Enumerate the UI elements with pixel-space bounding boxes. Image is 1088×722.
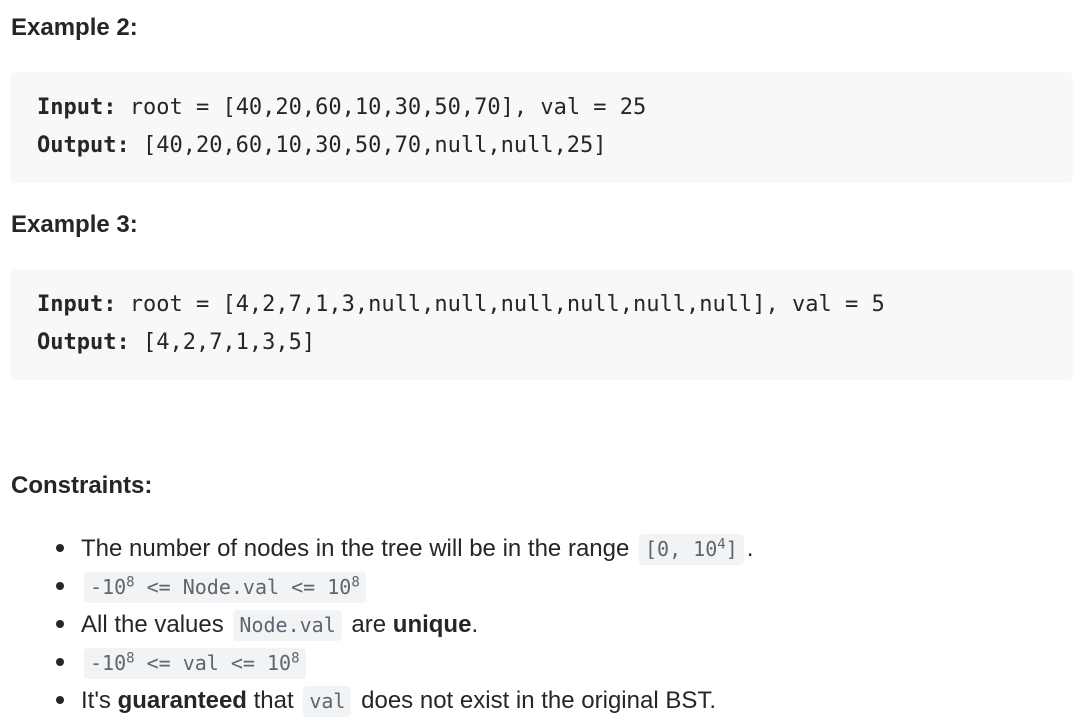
emphasis: unique: [392, 611, 472, 638]
constraint-node-val-range: -108 <= Node.val <= 108: [56, 570, 1056, 604]
constraint-val-not-in-bst: It's guaranteed that val does not exist …: [56, 684, 1056, 718]
example-3-output-line: Output: [4,2,7,1,3,5]: [37, 329, 315, 357]
constraint-unique-values: All the values Node.val are unique.: [56, 608, 1056, 642]
output-value: [40,20,60,10,30,50,70,null,null,25]: [129, 133, 607, 158]
inline-code: val: [303, 686, 352, 717]
inline-code: -108 <= Node.val <= 108: [84, 572, 366, 603]
inline-code: -108 <= val <= 108: [84, 648, 306, 679]
constraints-heading: Constraints:: [11, 472, 153, 499]
constraint-node-count: The number of nodes in the tree will be …: [56, 532, 1056, 566]
inline-code: Node.val: [233, 610, 342, 641]
example-2-input-line: Input: root = [40,20,60,10,30,50,70], va…: [37, 94, 646, 122]
input-label: Input:: [37, 292, 117, 317]
example-3-heading: Example 3:: [11, 211, 138, 238]
problem-description: Example 2: Input: root = [40,20,60,10,30…: [0, 0, 1088, 722]
input-value: root = [40,20,60,10,30,50,70], val = 25: [116, 95, 647, 120]
example-3-input-line: Input: root = [4,2,7,1,3,null,null,null,…: [37, 291, 885, 319]
example-3-code-block: Input: root = [4,2,7,1,3,null,null,null,…: [10, 269, 1073, 380]
input-label: Input:: [37, 95, 117, 120]
example-2-output-line: Output: [40,20,60,10,30,50,70,null,null,…: [37, 132, 607, 160]
bullet-icon: [56, 543, 64, 552]
constraint-text: The number of nodes in the tree will be …: [81, 535, 630, 562]
output-value: [4,2,7,1,3,5]: [129, 330, 316, 355]
output-label: Output:: [37, 133, 130, 158]
example-2-code-block: Input: root = [40,20,60,10,30,50,70], va…: [10, 72, 1073, 183]
bullet-icon: [56, 695, 64, 704]
input-value: root = [4,2,7,1,3,null,null,null,null,nu…: [116, 292, 885, 317]
bullet-icon: [56, 657, 64, 666]
output-label: Output:: [37, 330, 130, 355]
constraint-val-range: -108 <= val <= 108: [56, 646, 1056, 680]
emphasis: guaranteed: [117, 687, 247, 714]
example-2-heading: Example 2:: [11, 14, 138, 41]
bullet-icon: [56, 581, 64, 590]
bullet-icon: [56, 619, 64, 628]
inline-code: [0, 104]: [639, 534, 744, 565]
